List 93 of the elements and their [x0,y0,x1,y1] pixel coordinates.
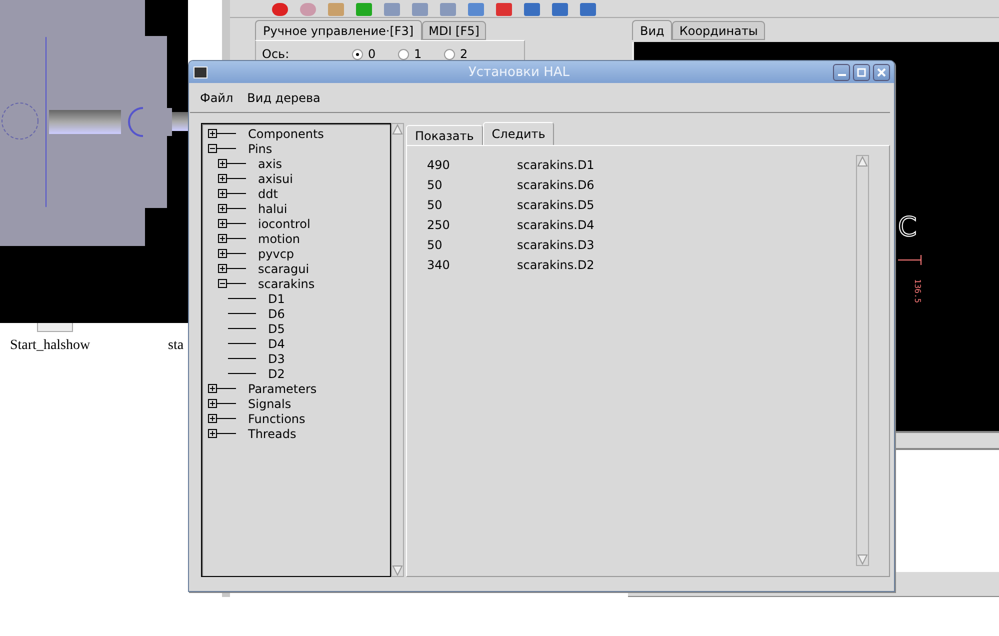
expand-icon[interactable] [218,234,227,243]
axis-letter: C [898,214,917,241]
scroll-down-icon[interactable] [857,554,868,565]
toolbar-icon[interactable] [550,3,570,17]
expand-icon[interactable] [208,399,217,408]
window-title: Установки HAL [467,64,571,80]
tree-item[interactable]: D3 [268,352,285,366]
scrollbar[interactable] [391,123,404,577]
toolbar-icon[interactable] [438,3,458,17]
tree-item[interactable]: Parameters [248,382,317,396]
tree-item[interactable]: D6 [268,306,285,320]
axis-label: Ось: [262,47,290,61]
expand-icon[interactable] [218,204,227,213]
watch-value: 250 [427,218,451,232]
dimension-line [898,255,922,265]
expand-icon[interactable] [218,264,227,273]
toolbar-icon[interactable] [354,3,374,17]
close-icon [877,68,886,76]
tree-item[interactable]: Components [248,126,324,140]
toolbar-icon[interactable] [466,3,486,17]
radio-icon[interactable] [398,48,409,60]
tree-item[interactable]: axis [258,156,282,170]
launcher-label[interactable]: Start_halshow [10,338,90,354]
tree-item[interactable]: scaragui [258,262,310,276]
tab[interactable]: Следить [482,122,554,145]
tree-item[interactable]: D1 [268,292,285,306]
tree-item[interactable]: scarakins [258,276,315,290]
expand-icon[interactable] [218,219,227,228]
launcher-label[interactable]: sta [168,338,184,354]
collapse-icon[interactable] [218,279,227,288]
tab[interactable]: MDI [F5] [422,21,486,40]
toolbar-icon[interactable] [410,3,430,17]
tab[interactable]: Ручное управление·[F3] [255,20,422,40]
expand-icon[interactable] [218,249,227,258]
tree-item[interactable]: iocontrol [258,216,310,230]
scrollbar[interactable] [856,155,869,566]
axis-radio[interactable]: 0 [352,47,398,61]
tree-item[interactable]: Threads [248,426,296,440]
tree-item[interactable]: motion [258,232,300,246]
tree-item[interactable]: ddt [258,186,278,200]
expand-icon[interactable] [208,384,217,393]
menu-item[interactable]: Файл [200,91,234,105]
tree-item[interactable]: halui [258,202,288,216]
watch-pin-name: scarakins.D1 [517,158,594,172]
expand-icon[interactable] [208,129,217,138]
window-menu-icon[interactable] [193,66,208,78]
expand-icon[interactable] [218,159,227,168]
maximize-icon [857,68,866,76]
watch-value: 340 [427,258,451,272]
watch-value: 50 [427,238,444,252]
watch-value: 50 [427,178,444,192]
close-button[interactable] [873,64,890,80]
watch-pin-name: scarakins.D3 [517,238,594,252]
maximize-button[interactable] [853,64,870,80]
minimize-button[interactable] [833,64,850,80]
tree-item[interactable]: Functions [248,412,306,426]
watch-pin-name: scarakins.D6 [517,178,594,192]
tab[interactable]: Вид [632,20,672,40]
radio-icon[interactable] [444,48,455,60]
launcher-tab[interactable] [37,323,73,332]
watch-pin-name: scarakins.D5 [517,198,594,212]
watch-pin-name: scarakins.D4 [517,218,594,232]
toolbar-icon[interactable] [382,3,402,17]
axis-radio[interactable]: 1 [398,47,444,61]
toolbar-icon[interactable] [578,3,598,17]
expand-icon[interactable] [218,189,227,198]
scroll-up-icon[interactable] [392,124,403,135]
scroll-down-icon[interactable] [392,565,403,576]
expand-icon[interactable] [208,429,217,438]
tab[interactable]: Показать [406,125,483,145]
minimize-icon [838,74,846,76]
tree-item[interactable]: Pins [248,142,272,156]
axis-radio[interactable]: 2 [444,47,490,61]
tab[interactable]: Координаты [672,21,765,40]
toolbar-icon[interactable] [522,3,542,17]
tree-item[interactable]: D2 [268,366,285,380]
watch-value: 50 [427,198,444,212]
watch-value: 490 [427,158,451,172]
menu-item[interactable]: Вид дерева [247,91,320,105]
collapse-icon[interactable] [208,144,217,153]
tree-item[interactable]: D4 [268,336,285,350]
expand-icon[interactable] [218,174,227,183]
expand-icon[interactable] [208,414,217,423]
radio-icon[interactable] [352,48,363,60]
tree-item[interactable]: pyvcp [258,246,294,260]
tree-item[interactable]: D5 [268,322,285,336]
toolbar-icon[interactable] [270,3,290,17]
scroll-up-icon[interactable] [857,156,868,167]
watch-pin-name: scarakins.D2 [517,258,594,272]
dimension-label: 136.5 [913,279,922,304]
tree-item[interactable]: axisui [258,172,293,186]
tree-item[interactable]: Signals [248,396,292,410]
toolbar-icon[interactable] [494,3,514,17]
